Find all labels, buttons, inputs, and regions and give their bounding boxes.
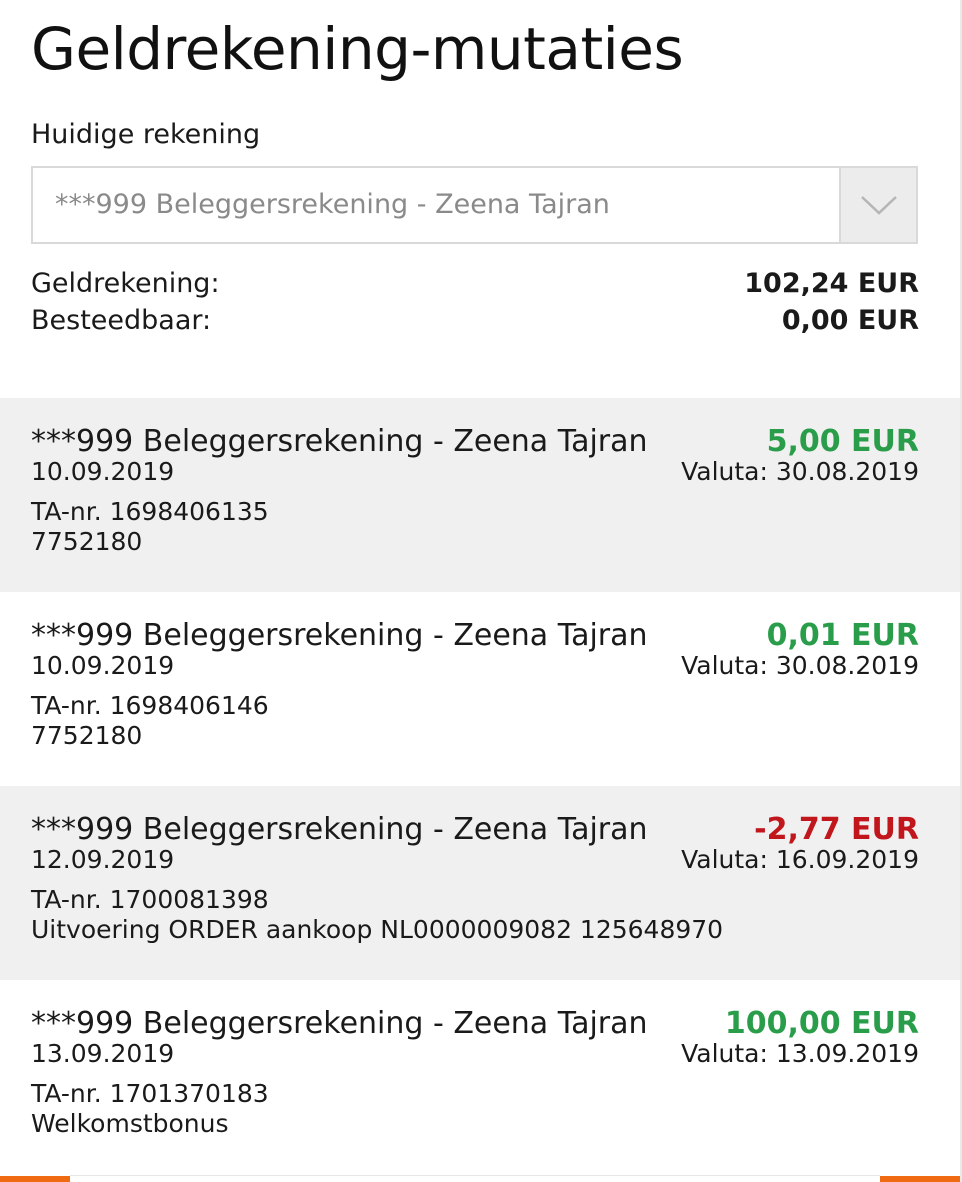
besteedbaar-amount: 0,00 EUR — [781, 305, 919, 336]
transaction-date: 13.09.2019 — [31, 1039, 175, 1068]
transaction-ta-number: TA-nr. 1701370183 — [31, 1079, 269, 1108]
besteedbaar-label: Besteedbaar: — [31, 305, 212, 336]
account-select-toggle[interactable] — [839, 168, 916, 242]
divider — [70, 1175, 880, 1176]
transaction-ta-number: TA-nr. 1698406146 — [31, 691, 269, 720]
bottom-accent-right — [880, 1176, 962, 1182]
bottom-accent-left — [0, 1176, 70, 1182]
geldrekening-label: Geldrekening: — [31, 268, 220, 299]
transaction-description: Welkomstbonus — [31, 1109, 229, 1138]
transaction-ta-number: TA-nr. 1698406135 — [31, 497, 269, 526]
transaction-valuta: Valuta: 30.08.2019 — [681, 651, 919, 680]
chevron-down-icon — [861, 196, 897, 215]
transaction-ta-number: TA-nr. 1700081398 — [31, 885, 269, 914]
current-account-label: Huidige rekening — [31, 119, 261, 150]
account-select[interactable]: ***999 Beleggersrekening - Zeena Tajran — [31, 166, 918, 244]
transaction-description: 7752180 — [31, 721, 143, 750]
transaction-date: 10.09.2019 — [31, 457, 175, 486]
account-select-value: ***999 Beleggersrekening - Zeena Tajran — [55, 189, 610, 220]
transaction-item[interactable]: ***999 Beleggersrekening - Zeena Tajran … — [0, 398, 962, 592]
transaction-date: 12.09.2019 — [31, 845, 175, 874]
transaction-item[interactable]: ***999 Beleggersrekening - Zeena Tajran … — [0, 786, 962, 980]
transaction-valuta: Valuta: 16.09.2019 — [681, 845, 919, 874]
transaction-date: 10.09.2019 — [31, 651, 175, 680]
balance-row-besteedbaar: Besteedbaar: 0,00 EUR — [31, 303, 919, 339]
transaction-item[interactable]: ***999 Beleggersrekening - Zeena Tajran … — [0, 592, 962, 786]
balance-row-geldrekening: Geldrekening: 102,24 EUR — [31, 266, 919, 302]
transaction-valuta: Valuta: 30.08.2019 — [681, 457, 919, 486]
transactions-page: Geldrekening-mutaties Huidige rekening *… — [0, 0, 962, 1182]
transaction-valuta: Valuta: 13.09.2019 — [681, 1039, 919, 1068]
transaction-description: 7752180 — [31, 527, 143, 556]
page-title: Geldrekening-mutaties — [31, 15, 684, 83]
transaction-description: Uitvoering ORDER aankoop NL0000009082 12… — [31, 915, 724, 944]
geldrekening-amount: 102,24 EUR — [744, 268, 919, 299]
transaction-item[interactable]: ***999 Beleggersrekening - Zeena Tajran … — [0, 980, 962, 1174]
